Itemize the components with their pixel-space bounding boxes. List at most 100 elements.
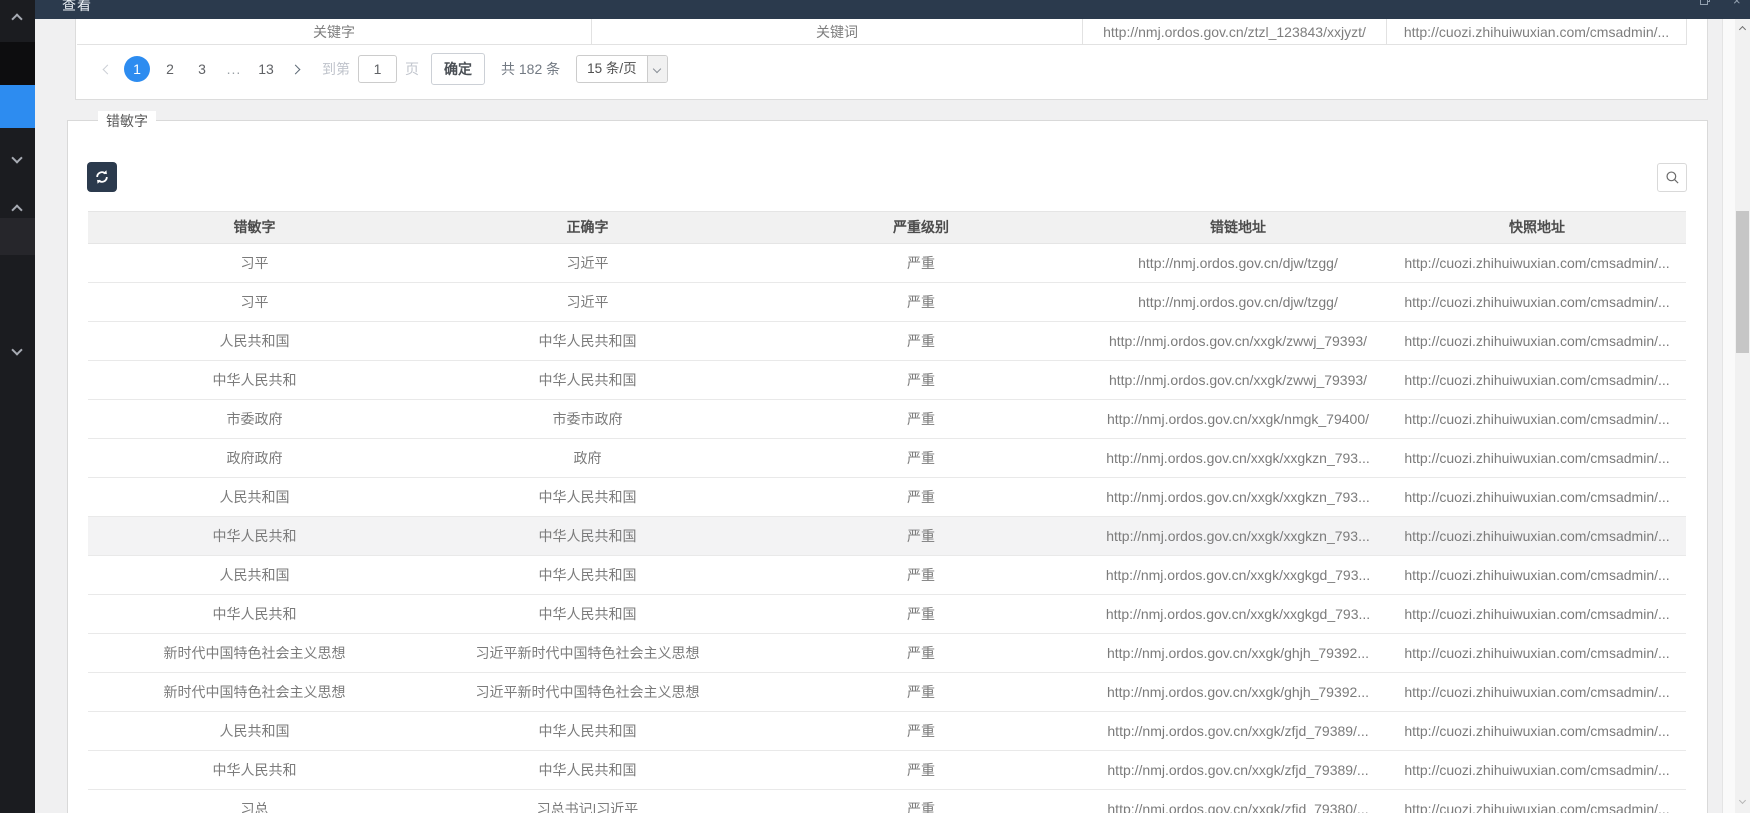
correct-word-cell: 中华人民共和国 — [421, 595, 754, 633]
table-row[interactable]: 新时代中国特色社会主义思想习近平新时代中国特色社会主义思想严重http://nm… — [88, 673, 1686, 712]
correct-word-cell: 中华人民共和国 — [421, 361, 754, 399]
snapshot-url-cell: http://cuozi.zhihuiwuxian.com/cmsadmin/.… — [1388, 556, 1686, 594]
error-url-cell: http://nmj.ordos.gov.cn/xxgk/zfjd_79380/… — [1088, 790, 1388, 813]
snapshot-url-cell: http://cuozi.zhihuiwuxian.com/cmsadmin/.… — [1388, 283, 1686, 321]
error-word-cell: 习平 — [88, 244, 421, 282]
confirm-button[interactable]: 确定 — [431, 53, 485, 85]
severity-cell: 严重 — [754, 244, 1088, 282]
error-word-cell: 中华人民共和 — [88, 361, 421, 399]
table-row[interactable]: 中华人民共和中华人民共和国严重http://nmj.ordos.gov.cn/x… — [88, 517, 1686, 556]
error-word-check-page: { "header": { "title": "查看" }, "sidebar"… — [0, 0, 1750, 813]
page-size-value: 15 条/页 — [577, 56, 647, 82]
column-header: 严重级别 — [754, 212, 1088, 243]
page-number-button[interactable]: 3 — [190, 56, 214, 82]
table-row[interactable]: 习总习总书记|习近平严重http://nmj.ordos.gov.cn/xxgk… — [88, 790, 1686, 813]
error-word-cell: 人民共和国 — [88, 322, 421, 360]
snapshot-url-cell: http://cuozi.zhihuiwuxian.com/cmsadmin/.… — [1388, 478, 1686, 516]
error-word-cell: 人民共和国 — [88, 712, 421, 750]
error-url-cell: http://nmj.ordos.gov.cn/djw/tzgg/ — [1088, 283, 1388, 321]
chevron-down-icon[interactable] — [13, 149, 21, 167]
sidebar-menu-block[interactable] — [0, 218, 35, 255]
error-url-cell: http://nmj.ordos.gov.cn/djw/tzgg/ — [1088, 244, 1388, 282]
scrollbar-thumb[interactable] — [1736, 211, 1749, 353]
pagination: 123...13 到第 页 确定 共 182 条 15 条/页 — [98, 52, 668, 86]
table-row[interactable]: 人民共和国中华人民共和国严重http://nmj.ordos.gov.cn/xx… — [88, 556, 1686, 595]
table-row[interactable]: 人民共和国中华人民共和国严重http://nmj.ordos.gov.cn/xx… — [88, 712, 1686, 751]
severity-cell: 严重 — [754, 517, 1088, 555]
chevron-right-icon — [290, 64, 300, 74]
search-button[interactable] — [1657, 163, 1687, 192]
error-url-cell: http://nmj.ordos.gov.cn/xxgk/ghjh_79392.… — [1088, 673, 1388, 711]
chevron-down-icon[interactable] — [13, 341, 21, 359]
correct-word-cell: 中华人民共和国 — [421, 517, 754, 555]
chevron-down-icon — [647, 56, 667, 82]
chevron-left-icon — [102, 64, 112, 74]
page-number-button[interactable]: 13 — [254, 56, 278, 82]
error-url-cell: http://nmj.ordos.gov.cn/ztzl_123843/xxjy… — [1083, 19, 1387, 45]
table-row[interactable]: 人民共和国中华人民共和国严重http://nmj.ordos.gov.cn/xx… — [88, 322, 1686, 361]
correct-word-cell: 习总书记|习近平 — [421, 790, 754, 813]
inner-scroll-gutter — [1723, 19, 1735, 813]
snapshot-url-cell: http://cuozi.zhihuiwuxian.com/cmsadmin/.… — [1388, 322, 1686, 360]
table-row[interactable]: 新时代中国特色社会主义思想习近平新时代中国特色社会主义思想严重http://nm… — [88, 634, 1686, 673]
page-number-button[interactable]: 2 — [158, 56, 182, 82]
table-row[interactable]: 习平习近平严重http://nmj.ordos.gov.cn/djw/tzgg/… — [88, 283, 1686, 322]
page-size-select[interactable]: 15 条/页 — [576, 55, 668, 83]
modal-header: 查看 × — [35, 0, 1750, 19]
error-words-table-body: 习平习近平严重http://nmj.ordos.gov.cn/djw/tzgg/… — [88, 244, 1686, 813]
correct-word-cell: 中华人民共和国 — [421, 712, 754, 750]
snapshot-url-cell: http://cuozi.zhihuiwuxian.com/cmsadmin/.… — [1388, 400, 1686, 438]
sidebar-menu-block[interactable] — [0, 42, 35, 85]
table-row[interactable]: 人民共和国中华人民共和国严重http://nmj.ordos.gov.cn/xx… — [88, 478, 1686, 517]
snapshot-url-cell: http://cuozi.zhihuiwuxian.com/cmsadmin/.… — [1388, 244, 1686, 282]
table-row[interactable]: 市委政府市委市政府严重http://nmj.ordos.gov.cn/xxgk/… — [88, 400, 1686, 439]
column-header: 错链地址 — [1088, 212, 1388, 243]
next-page-button[interactable] — [286, 56, 304, 82]
error-word-cell: 中华人民共和 — [88, 517, 421, 555]
total-count-label: 共 182 条 — [501, 59, 560, 79]
severity-cell: 严重 — [754, 595, 1088, 633]
vertical-scrollbar[interactable] — [1735, 19, 1750, 813]
correct-word-cell: 市委市政府 — [421, 400, 754, 438]
table-row[interactable]: 中华人民共和中华人民共和国严重http://nmj.ordos.gov.cn/x… — [88, 361, 1686, 400]
goto-page-prefix-label: 到第 — [322, 59, 350, 79]
correct-word-cell: 中华人民共和国 — [421, 478, 754, 516]
table-row[interactable]: 习平习近平严重http://nmj.ordos.gov.cn/djw/tzgg/… — [88, 244, 1686, 283]
snapshot-url-cell: http://cuozi.zhihuiwuxian.com/cmsadmin/.… — [1388, 439, 1686, 477]
error-word-cell: 习总 — [88, 790, 421, 813]
error-word-cell: 政府政府 — [88, 439, 421, 477]
sidebar — [0, 0, 35, 813]
column-header: 快照地址 — [1388, 212, 1686, 243]
severity-cell: 严重 — [754, 283, 1088, 321]
page-title: 查看 — [62, 0, 92, 15]
refresh-button[interactable] — [87, 162, 117, 192]
table-row[interactable]: 关键字 关键词 http://nmj.ordos.gov.cn/ztzl_123… — [77, 19, 1687, 45]
keyword-type-cell: 关键词 — [592, 19, 1083, 45]
goto-page-input[interactable] — [358, 55, 397, 83]
error-url-cell: http://nmj.ordos.gov.cn/xxgk/nmgk_79400/ — [1088, 400, 1388, 438]
table-row[interactable]: 中华人民共和中华人民共和国严重http://nmj.ordos.gov.cn/x… — [88, 595, 1686, 634]
close-icon[interactable]: × — [1733, 0, 1741, 7]
scroll-up-arrow-icon[interactable] — [1738, 25, 1747, 34]
scroll-down-arrow-icon[interactable] — [1738, 796, 1747, 805]
chevron-up-icon[interactable] — [13, 201, 21, 219]
severity-cell: 严重 — [754, 400, 1088, 438]
table-row[interactable]: 政府政府政府严重http://nmj.ordos.gov.cn/xxgk/xxg… — [88, 439, 1686, 478]
severity-cell: 严重 — [754, 361, 1088, 399]
error-url-cell: http://nmj.ordos.gov.cn/xxgk/xxgkzn_793.… — [1088, 517, 1388, 555]
prev-page-button[interactable] — [98, 56, 116, 82]
error-url-cell: http://nmj.ordos.gov.cn/xxgk/xxgkgd_793.… — [1088, 556, 1388, 594]
sidebar-active-item[interactable] — [0, 85, 35, 128]
correct-word-cell: 中华人民共和国 — [421, 556, 754, 594]
maximize-icon[interactable] — [1700, 0, 1711, 5]
error-url-cell: http://nmj.ordos.gov.cn/xxgk/zwwj_79393/ — [1088, 361, 1388, 399]
error-url-cell: http://nmj.ordos.gov.cn/xxgk/zfjd_79389/… — [1088, 712, 1388, 750]
chevron-up-icon[interactable] — [13, 10, 21, 28]
severity-cell: 严重 — [754, 556, 1088, 594]
error-url-cell: http://nmj.ordos.gov.cn/xxgk/zfjd_79389/… — [1088, 751, 1388, 789]
error-url-cell: http://nmj.ordos.gov.cn/xxgk/ghjh_79392.… — [1088, 634, 1388, 672]
page-number-button[interactable]: 1 — [124, 56, 150, 82]
section-title: 错敏字 — [98, 111, 156, 131]
content-area: 关键字 关键词 http://nmj.ordos.gov.cn/ztzl_123… — [35, 19, 1735, 813]
table-row[interactable]: 中华人民共和中华人民共和国严重http://nmj.ordos.gov.cn/x… — [88, 751, 1686, 790]
